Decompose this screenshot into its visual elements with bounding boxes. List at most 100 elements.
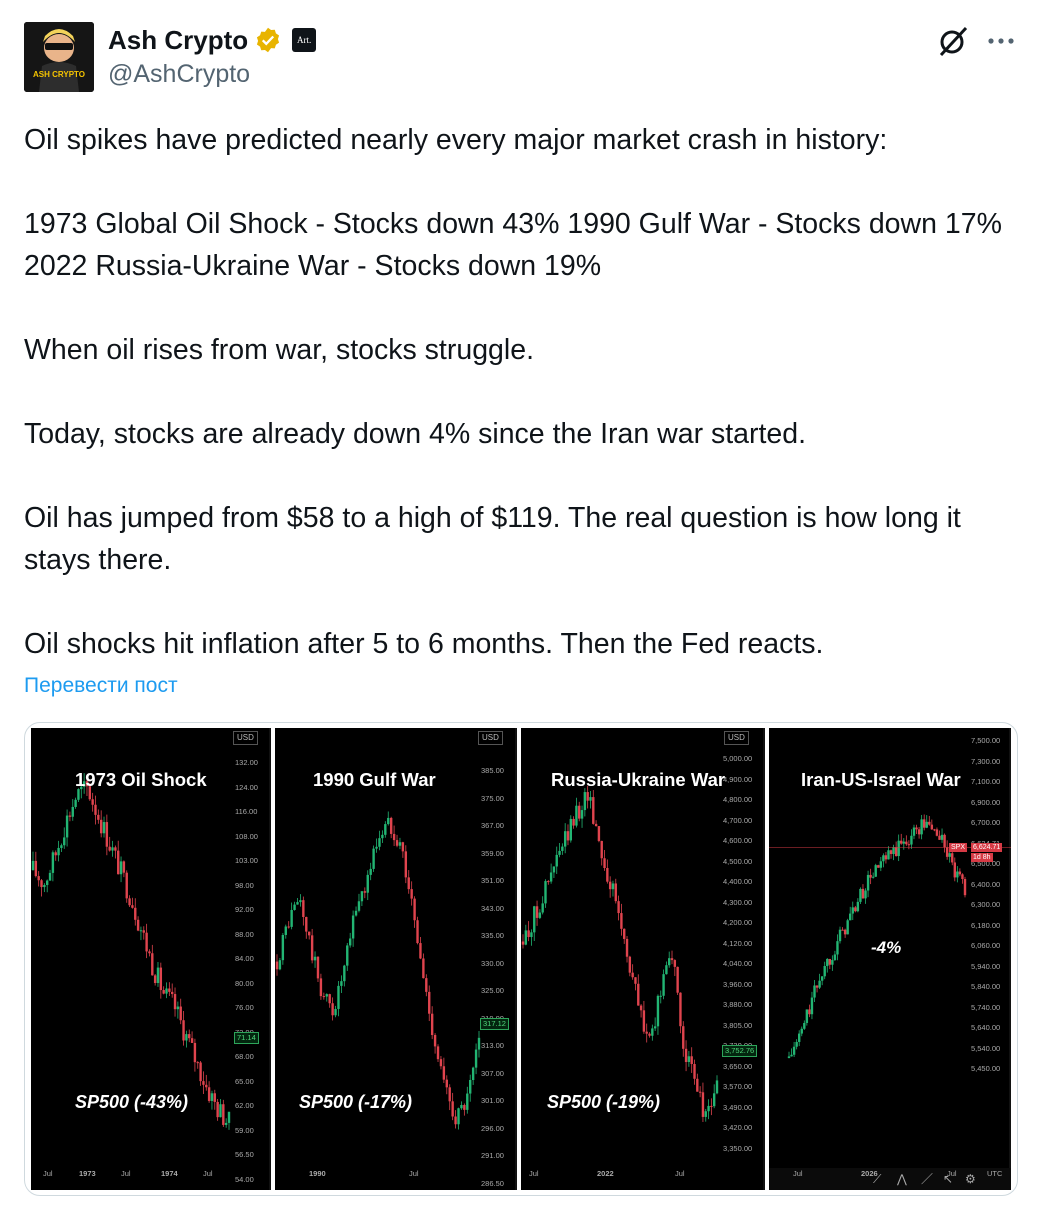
candle <box>846 920 849 935</box>
candle <box>707 1105 710 1112</box>
candle <box>549 872 553 882</box>
y-tick-label: 4,120.00 <box>723 938 753 948</box>
currency-selector[interactable]: USD <box>478 731 503 745</box>
last-price-tag: 6,624.71 <box>971 842 1003 852</box>
candle <box>563 831 567 847</box>
grok-icon[interactable] <box>936 24 970 58</box>
x-tick-label: 2026 <box>861 1169 878 1178</box>
candle <box>580 810 584 819</box>
candle <box>953 862 956 878</box>
candle <box>628 956 632 973</box>
candle <box>190 1038 194 1043</box>
candle <box>910 835 913 845</box>
candle <box>818 980 821 988</box>
candle <box>398 842 402 846</box>
candle <box>381 834 384 839</box>
candle <box>448 1087 451 1102</box>
y-tick-label: 291.00 <box>481 1151 504 1160</box>
candle <box>179 1006 182 1021</box>
candle <box>54 852 57 856</box>
y-tick-label: 65.00 <box>235 1076 254 1086</box>
candle <box>34 860 38 877</box>
candle <box>136 919 140 931</box>
verified-badge-icon[interactable] <box>254 26 282 54</box>
more-options-icon[interactable] <box>984 26 1018 56</box>
tweet-media-image[interactable]: 1973 Oil Shock SP500 (-43%) USD 132.00 12… <box>24 722 1018 1196</box>
y-tick-label: 3,490.00 <box>723 1102 753 1112</box>
candle <box>527 930 530 938</box>
y-tick-label: 108.00 <box>235 831 258 841</box>
candle <box>227 1111 231 1123</box>
candle <box>569 818 572 841</box>
candle <box>625 938 629 957</box>
candle <box>715 1080 719 1094</box>
y-tick-label: 375.00 <box>481 793 504 803</box>
candle <box>838 929 842 942</box>
candle <box>928 821 931 825</box>
affiliate-badge[interactable]: Art. <box>292 28 317 52</box>
candle <box>651 1028 654 1036</box>
display-name[interactable]: Ash Crypto <box>108 24 248 56</box>
y-tick-label: 6,900.00 <box>971 797 1001 807</box>
candle <box>535 906 539 918</box>
candle <box>419 943 422 959</box>
trend-tool-icon[interactable]: ／ <box>921 1172 933 1186</box>
candle <box>696 1078 699 1092</box>
candle <box>384 824 387 835</box>
author-handle[interactable]: @AshCrypto <box>108 60 250 89</box>
candle <box>805 1009 809 1023</box>
candle <box>185 1034 188 1041</box>
candle <box>631 972 634 978</box>
currency-selector[interactable]: USD <box>233 731 258 745</box>
y-tick-label: 98.00 <box>235 880 254 890</box>
candle <box>925 821 928 828</box>
candle <box>222 1104 225 1125</box>
candle <box>575 805 578 826</box>
candle <box>210 1093 214 1101</box>
pattern-tool-icon[interactable]: ⋀ <box>897 1172 907 1186</box>
candle <box>815 985 819 988</box>
candle <box>877 865 880 868</box>
candle <box>308 931 311 936</box>
candle <box>313 956 317 961</box>
candle <box>912 827 916 836</box>
candle <box>165 988 168 994</box>
candle <box>293 904 296 910</box>
y-tick-label: 4,300.00 <box>723 897 753 907</box>
candle <box>810 997 814 1015</box>
candle <box>653 1026 657 1029</box>
candle <box>833 954 837 961</box>
candle <box>597 826 601 841</box>
candle <box>63 837 66 846</box>
currency-selector[interactable]: USD <box>724 731 749 745</box>
candle <box>99 819 103 834</box>
candle <box>474 1049 478 1068</box>
candle <box>369 868 372 875</box>
y-tick-label: 54.00 <box>235 1174 254 1184</box>
candle <box>346 945 349 966</box>
candle <box>861 888 865 899</box>
candle <box>433 1035 437 1047</box>
settings-tool-icon[interactable]: ⚙ <box>965 1172 976 1186</box>
candle <box>436 1046 440 1060</box>
candle <box>94 804 97 815</box>
y-tick-label: 3,350.00 <box>723 1143 753 1153</box>
candle <box>224 1122 228 1125</box>
candle <box>961 874 964 880</box>
candle <box>690 1056 693 1065</box>
candle <box>935 829 939 836</box>
chart-title: Iran-US-Israel War <box>801 769 961 790</box>
candle <box>131 905 134 908</box>
avatar[interactable]: ASH CRYPTO <box>24 22 94 92</box>
tweet-paragraph: When oil rises from war, stocks struggle… <box>24 334 534 366</box>
candle <box>325 994 328 997</box>
candle <box>97 814 100 820</box>
y-tick-label: 3,570.00 <box>723 1082 753 1091</box>
y-tick-label: 385.00 <box>481 766 504 775</box>
candle <box>874 865 877 877</box>
candle <box>645 1031 648 1034</box>
chart-label: SP500 (-17%) <box>299 1092 413 1112</box>
candle <box>917 829 921 835</box>
translate-post-link[interactable]: Перевести пост <box>24 674 178 698</box>
candle <box>216 1101 219 1118</box>
